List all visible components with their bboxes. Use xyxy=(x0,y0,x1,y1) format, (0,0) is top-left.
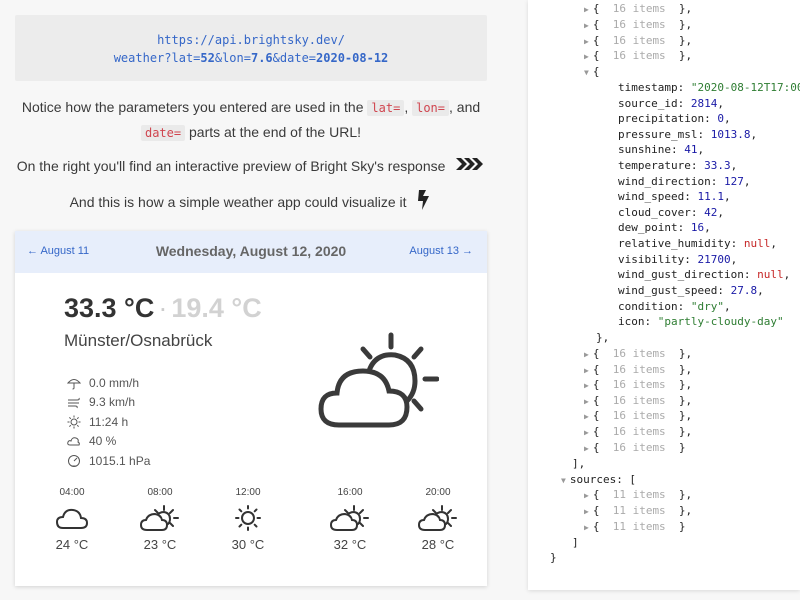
sun-icon xyxy=(67,415,81,429)
json-field: timestamp: "2020-08-12T17:00:00+00:00" xyxy=(618,81,800,94)
cloudy-icon xyxy=(55,508,89,529)
hourly-forecast: 04:00 24 °C 08:00 23 °C 12:00 30 °C 16:0… xyxy=(45,487,470,577)
param-lon: lon= xyxy=(412,100,449,116)
json-field: wind_gust_direction: null, xyxy=(618,268,791,281)
arrow-right-icon xyxy=(455,155,485,179)
collapsed-weather-item[interactable]: ▶{ 16 items }, xyxy=(584,48,692,65)
param-lat: lat= xyxy=(367,100,405,116)
preview-text: On the right you'll find an interactive … xyxy=(15,154,487,179)
json-field: wind_direction: 127, xyxy=(618,175,751,188)
collapsed-source-item[interactable]: ▶{ 11 items }, xyxy=(584,503,692,520)
json-close-brace: }, xyxy=(596,331,610,344)
card-header: ← August 11 Wednesday, August 12, 2020 A… xyxy=(15,231,487,273)
json-field: pressure_msl: 1013.8, xyxy=(618,128,758,141)
temp-low: 19.4 °C xyxy=(171,293,262,323)
umbrella-icon xyxy=(67,378,81,390)
json-field: relative_humidity: null, xyxy=(618,237,777,250)
partly-cloudy-icon xyxy=(315,331,440,436)
cloud-icon xyxy=(67,437,80,446)
sunny-icon xyxy=(235,505,261,531)
wind-icon xyxy=(68,398,80,409)
json-field: temperature: 33.3, xyxy=(618,159,738,172)
hour-item: 20:00 28 °C xyxy=(408,487,468,552)
hour-item: 04:00 24 °C xyxy=(55,487,89,552)
next-day-link[interactable]: August 13 → xyxy=(409,245,473,257)
collapsed-weather-item[interactable]: ▶{ 16 items }, xyxy=(584,17,692,34)
expanded-weather-item[interactable]: ▼{ xyxy=(584,64,599,81)
json-field: condition: "dry", xyxy=(618,300,731,313)
json-preview-panel[interactable]: ▶{ 16 items }, ▶{ 16 items }, ▶{ 16 item… xyxy=(528,0,800,590)
json-close-brace: } xyxy=(550,551,557,564)
notice-text: Notice how the parameters you entered ar… xyxy=(21,99,481,141)
json-field: cloud_cover: 42, xyxy=(618,206,724,219)
json-close-bracket: ] xyxy=(572,536,579,549)
collapsed-weather-item[interactable]: ▶{ 16 items } xyxy=(584,440,686,457)
json-field: sunshine: 41, xyxy=(618,143,705,156)
json-field: visibility: 21700, xyxy=(618,253,738,266)
json-field: source_id: 2814, xyxy=(618,97,724,110)
detail-sunshine: 11:24 h xyxy=(67,412,150,432)
collapsed-weather-item[interactable]: ▶{ 16 items }, xyxy=(584,377,692,394)
json-field: precipitation: 0, xyxy=(618,112,731,125)
url-line-1: https://api.brightsky.dev/ xyxy=(157,33,345,47)
weather-card: ← August 11 Wednesday, August 12, 2020 A… xyxy=(15,231,487,586)
hour-item: 12:00 30 °C xyxy=(231,487,265,552)
left-column: https://api.brightsky.dev/ weather?lat=5… xyxy=(0,0,500,600)
json-field: dew_point: 16, xyxy=(618,221,711,234)
temp-high: 33.3 °C xyxy=(64,293,155,323)
station-name: Münster/Osnabrück xyxy=(64,331,213,350)
json-field: wind_gust_speed: 27.8, xyxy=(618,284,764,297)
param-date: date= xyxy=(140,125,186,141)
collapsed-weather-item[interactable]: ▶{ 16 items }, xyxy=(584,1,692,18)
hour-item: 08:00 23 °C xyxy=(130,487,190,552)
collapsed-weather-item[interactable]: ▶{ 16 items }, xyxy=(584,408,692,425)
api-url[interactable]: https://api.brightsky.dev/ weather?lat=5… xyxy=(15,15,487,81)
visualize-text: And this is how a simple weather app cou… xyxy=(15,189,487,218)
weather-details: 0.0 mm/h 9.3 km/h 11:24 h 40 % 1015.1 hP… xyxy=(67,373,150,471)
json-close-bracket: ], xyxy=(572,457,586,470)
json-field: icon: "partly-cloudy-day" xyxy=(618,315,784,328)
partly-cloudy-icon xyxy=(140,505,179,531)
detail-cloud-cover: 40 % xyxy=(67,432,150,452)
json-field: wind_speed: 11.1, xyxy=(618,190,731,203)
detail-precipitation: 0.0 mm/h xyxy=(67,373,150,393)
collapsed-source-item[interactable]: ▶{ 11 items } xyxy=(584,519,686,536)
collapsed-weather-item[interactable]: ▶{ 16 items }, xyxy=(584,346,692,363)
collapsed-weather-item[interactable]: ▶{ 16 items }, xyxy=(584,424,692,441)
arrow-down-icon xyxy=(416,189,432,218)
detail-pressure: 1015.1 hPa xyxy=(67,451,150,471)
detail-wind: 9.3 km/h xyxy=(67,393,150,413)
temperature-range: 33.3 °C · 19.4 °C xyxy=(64,293,262,323)
pressure-icon xyxy=(68,454,80,467)
hour-item: 16:00 32 °C xyxy=(320,487,380,552)
partly-cloudy-icon xyxy=(330,505,369,531)
partly-cloudy-icon xyxy=(418,505,457,531)
url-line-2: weather?lat=52&lon=7.6&date=2020-08-12 xyxy=(113,51,389,65)
collapsed-source-item[interactable]: ▶{ 11 items }, xyxy=(584,487,692,504)
